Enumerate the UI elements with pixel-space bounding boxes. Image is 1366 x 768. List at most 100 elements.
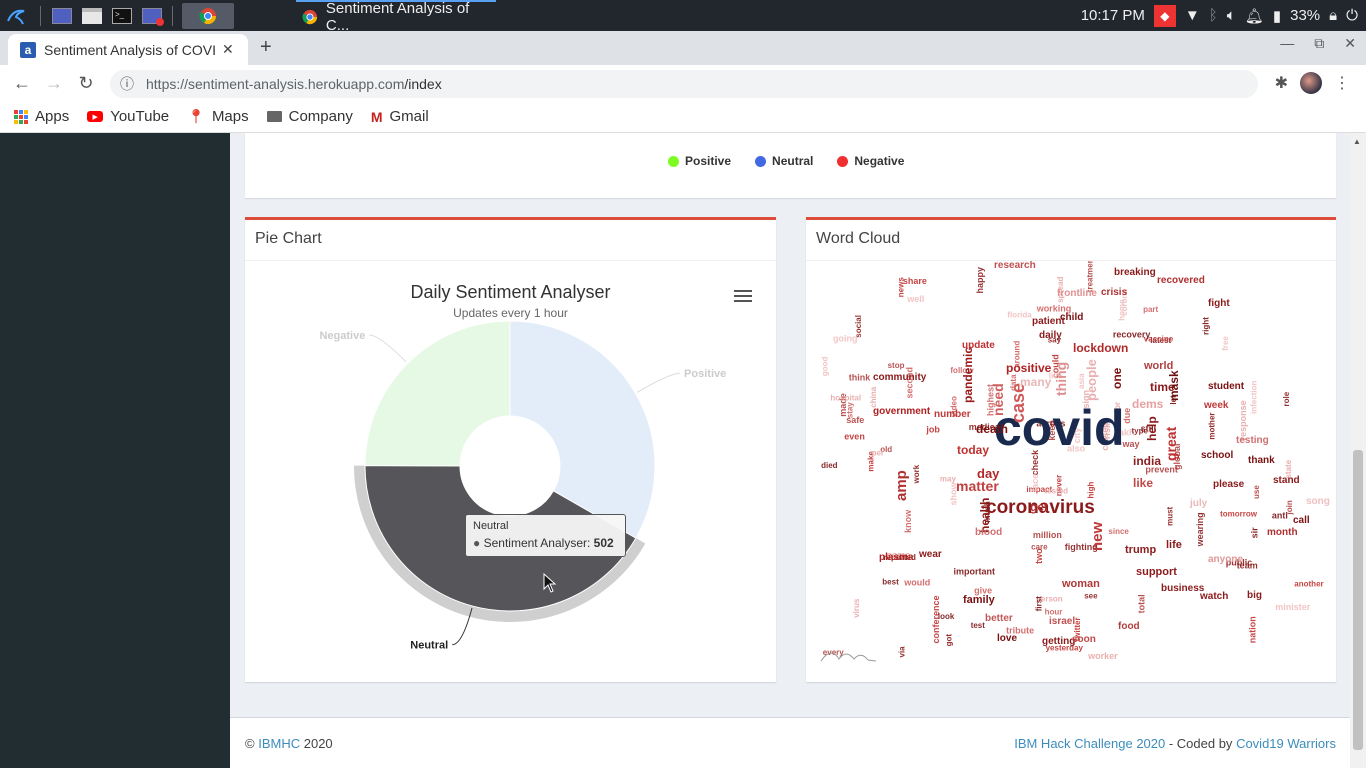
close-tab-icon[interactable]: ✕ <box>222 41 234 58</box>
screen-recorder-icon[interactable] <box>140 3 164 29</box>
word-cloud-word: frontline <box>1057 288 1097 299</box>
youtube-icon: ▶ <box>87 111 104 122</box>
browser-menu-icon[interactable]: ⋮ <box>1334 73 1350 93</box>
word-cloud-word: pandemic <box>961 347 975 403</box>
word-cloud-word: crisis <box>1101 287 1128 298</box>
copyright-symbol: © <box>245 736 255 751</box>
word-cloud-word: nation <box>1248 616 1258 643</box>
extensions-puzzle-icon[interactable]: ✱ <box>1275 73 1288 93</box>
browser-tab[interactable]: a Sentiment Analysis of COVID ✕ <box>8 34 248 65</box>
pie-chart: Positive Neutral Negative <box>319 320 726 652</box>
forward-arrow-icon[interactable]: → <box>38 73 70 94</box>
gmail-icon: M <box>370 108 383 125</box>
apps-grid-icon <box>14 109 28 124</box>
chrome-icon <box>302 9 318 24</box>
ibmhc-link[interactable]: IBMHC <box>258 736 300 751</box>
challenge-link[interactable]: IBM Hack Challenge 2020 <box>1014 736 1165 751</box>
word-cloud-word: call <box>1293 515 1310 526</box>
word-cloud-word: song <box>1306 496 1330 507</box>
word-cloud-word: per <box>872 448 884 457</box>
clock[interactable]: 10:17 PM <box>1081 7 1145 24</box>
word-cloud-word: testing <box>1236 435 1269 446</box>
anydesk-icon[interactable]: ◆ <box>1153 4 1176 27</box>
profile-avatar[interactable] <box>1300 72 1322 94</box>
tooltip-value: 502 <box>593 536 614 550</box>
word-cloud-word: plasma <box>879 552 914 563</box>
word-cloud-word: part <box>1143 305 1158 314</box>
team-link[interactable]: Covid19 Warriors <box>1236 736 1336 751</box>
terminal-icon[interactable]: >_ <box>110 3 134 29</box>
word-cloud-word: free <box>1221 336 1230 351</box>
word-cloud-word: help <box>1145 416 1159 441</box>
maps-pin-icon: 📍︎ <box>187 108 205 124</box>
bookmark-youtube[interactable]: ▶ YouTube <box>87 108 169 125</box>
new-tab-button[interactable]: + <box>260 36 272 59</box>
word-cloud-word: positive <box>1006 361 1052 375</box>
pie-slice-negative[interactable] <box>364 320 511 467</box>
word-cloud-word: one <box>1110 367 1124 389</box>
url-domain: https://sentiment-analysis.herokuapp.com <box>146 76 405 92</box>
maximize-window-button[interactable]: ⧉ <box>1314 35 1324 52</box>
back-arrow-icon[interactable]: ← <box>6 73 38 94</box>
kali-menu-icon[interactable] <box>4 3 28 29</box>
browser-toolbar: ← → ↻ ⓘ https://sentiment-analysis.herok… <box>0 65 1366 101</box>
word-cloud-word: support <box>1136 566 1177 578</box>
word-cloud-word: via <box>898 646 907 658</box>
mouse-cursor-icon <box>543 573 557 593</box>
data-label-connector <box>369 334 407 363</box>
word-cloud-word: wear <box>918 549 942 560</box>
word-cloud-word: thank <box>1248 455 1275 466</box>
browser-tab-strip: a Sentiment Analysis of COVID ✕ <box>0 31 1366 65</box>
reload-icon[interactable]: ↻ <box>70 73 102 94</box>
footer-year: 2020 <box>303 736 333 751</box>
bookmark-maps[interactable]: 📍︎ Maps <box>187 108 248 125</box>
site-info-icon[interactable]: ⓘ <box>120 74 134 94</box>
word-cloud-word: important <box>954 566 996 576</box>
word-cloud-word: big <box>1247 590 1262 601</box>
word-cloud-word: must <box>1165 506 1174 525</box>
bookmark-label: Company <box>288 108 353 125</box>
coded-by-text: - Coded by <box>1165 736 1237 751</box>
word-cloud-word: daily <box>1039 330 1062 341</box>
word-cloud-word: since <box>1108 527 1129 536</box>
word-cloud-word: know <box>903 509 913 533</box>
legend-item-negative[interactable]: Negative <box>837 154 904 168</box>
lock-icon[interactable]: 🔒︎ <box>1329 7 1337 24</box>
word-cloud-word: share <box>903 276 927 286</box>
bookmark-company[interactable]: Company <box>266 108 353 125</box>
volume-icon[interactable]: 🔈︎ <box>1227 7 1236 24</box>
wifi-icon[interactable]: ▼ <box>1185 7 1200 24</box>
pie-data-label: Neutral <box>410 640 448 652</box>
word-cloud-word: even <box>844 432 865 442</box>
scrollbar-thumb[interactable] <box>1353 450 1363 750</box>
scroll-up-arrow-icon[interactable]: ▲ <box>1353 137 1361 146</box>
word-cloud-word: virus <box>852 598 861 618</box>
close-window-button[interactable]: ✕ <box>1344 35 1356 52</box>
chart-menu-icon[interactable] <box>734 290 752 304</box>
address-bar[interactable]: ⓘ https://sentiment-analysis.herokuapp.c… <box>110 70 1258 98</box>
taskbar-chrome-window[interactable]: Sentiment Analysis of C... <box>296 0 496 34</box>
legend-label: Positive <box>685 154 732 168</box>
legend-label: Negative <box>854 154 905 168</box>
word-cloud-word: best <box>882 577 899 586</box>
bluetooth-icon[interactable]: ᛒ <box>1209 7 1218 24</box>
desktop-icon[interactable] <box>50 3 74 29</box>
word-cloud-word: amp <box>893 470 910 501</box>
file-manager-icon[interactable] <box>80 3 104 29</box>
word-cloud-word: got <box>945 634 954 647</box>
word-cloud-word: role <box>1282 391 1291 406</box>
power-icon[interactable]: ⏻ <box>1346 7 1358 24</box>
minimize-window-button[interactable]: — <box>1280 35 1294 52</box>
word-cloud-word: wearing <box>1195 512 1205 547</box>
notification-bell-icon[interactable]: 🔔︎ <box>1245 7 1264 25</box>
bookmark-apps[interactable]: Apps <box>14 108 69 125</box>
pie-slice-positive[interactable] <box>509 320 656 539</box>
legend-dot <box>755 155 767 167</box>
legend-item-positive[interactable]: Positive <box>668 154 731 168</box>
bookmark-gmail[interactable]: M Gmail <box>371 108 429 125</box>
battery-icon[interactable]: ▮ <box>1273 7 1281 25</box>
word-cloud-word: number <box>934 409 971 420</box>
page-scrollbar[interactable]: ▲ <box>1350 133 1366 768</box>
legend-item-neutral[interactable]: Neutral <box>755 154 813 168</box>
chrome-launcher-icon[interactable] <box>182 3 234 29</box>
